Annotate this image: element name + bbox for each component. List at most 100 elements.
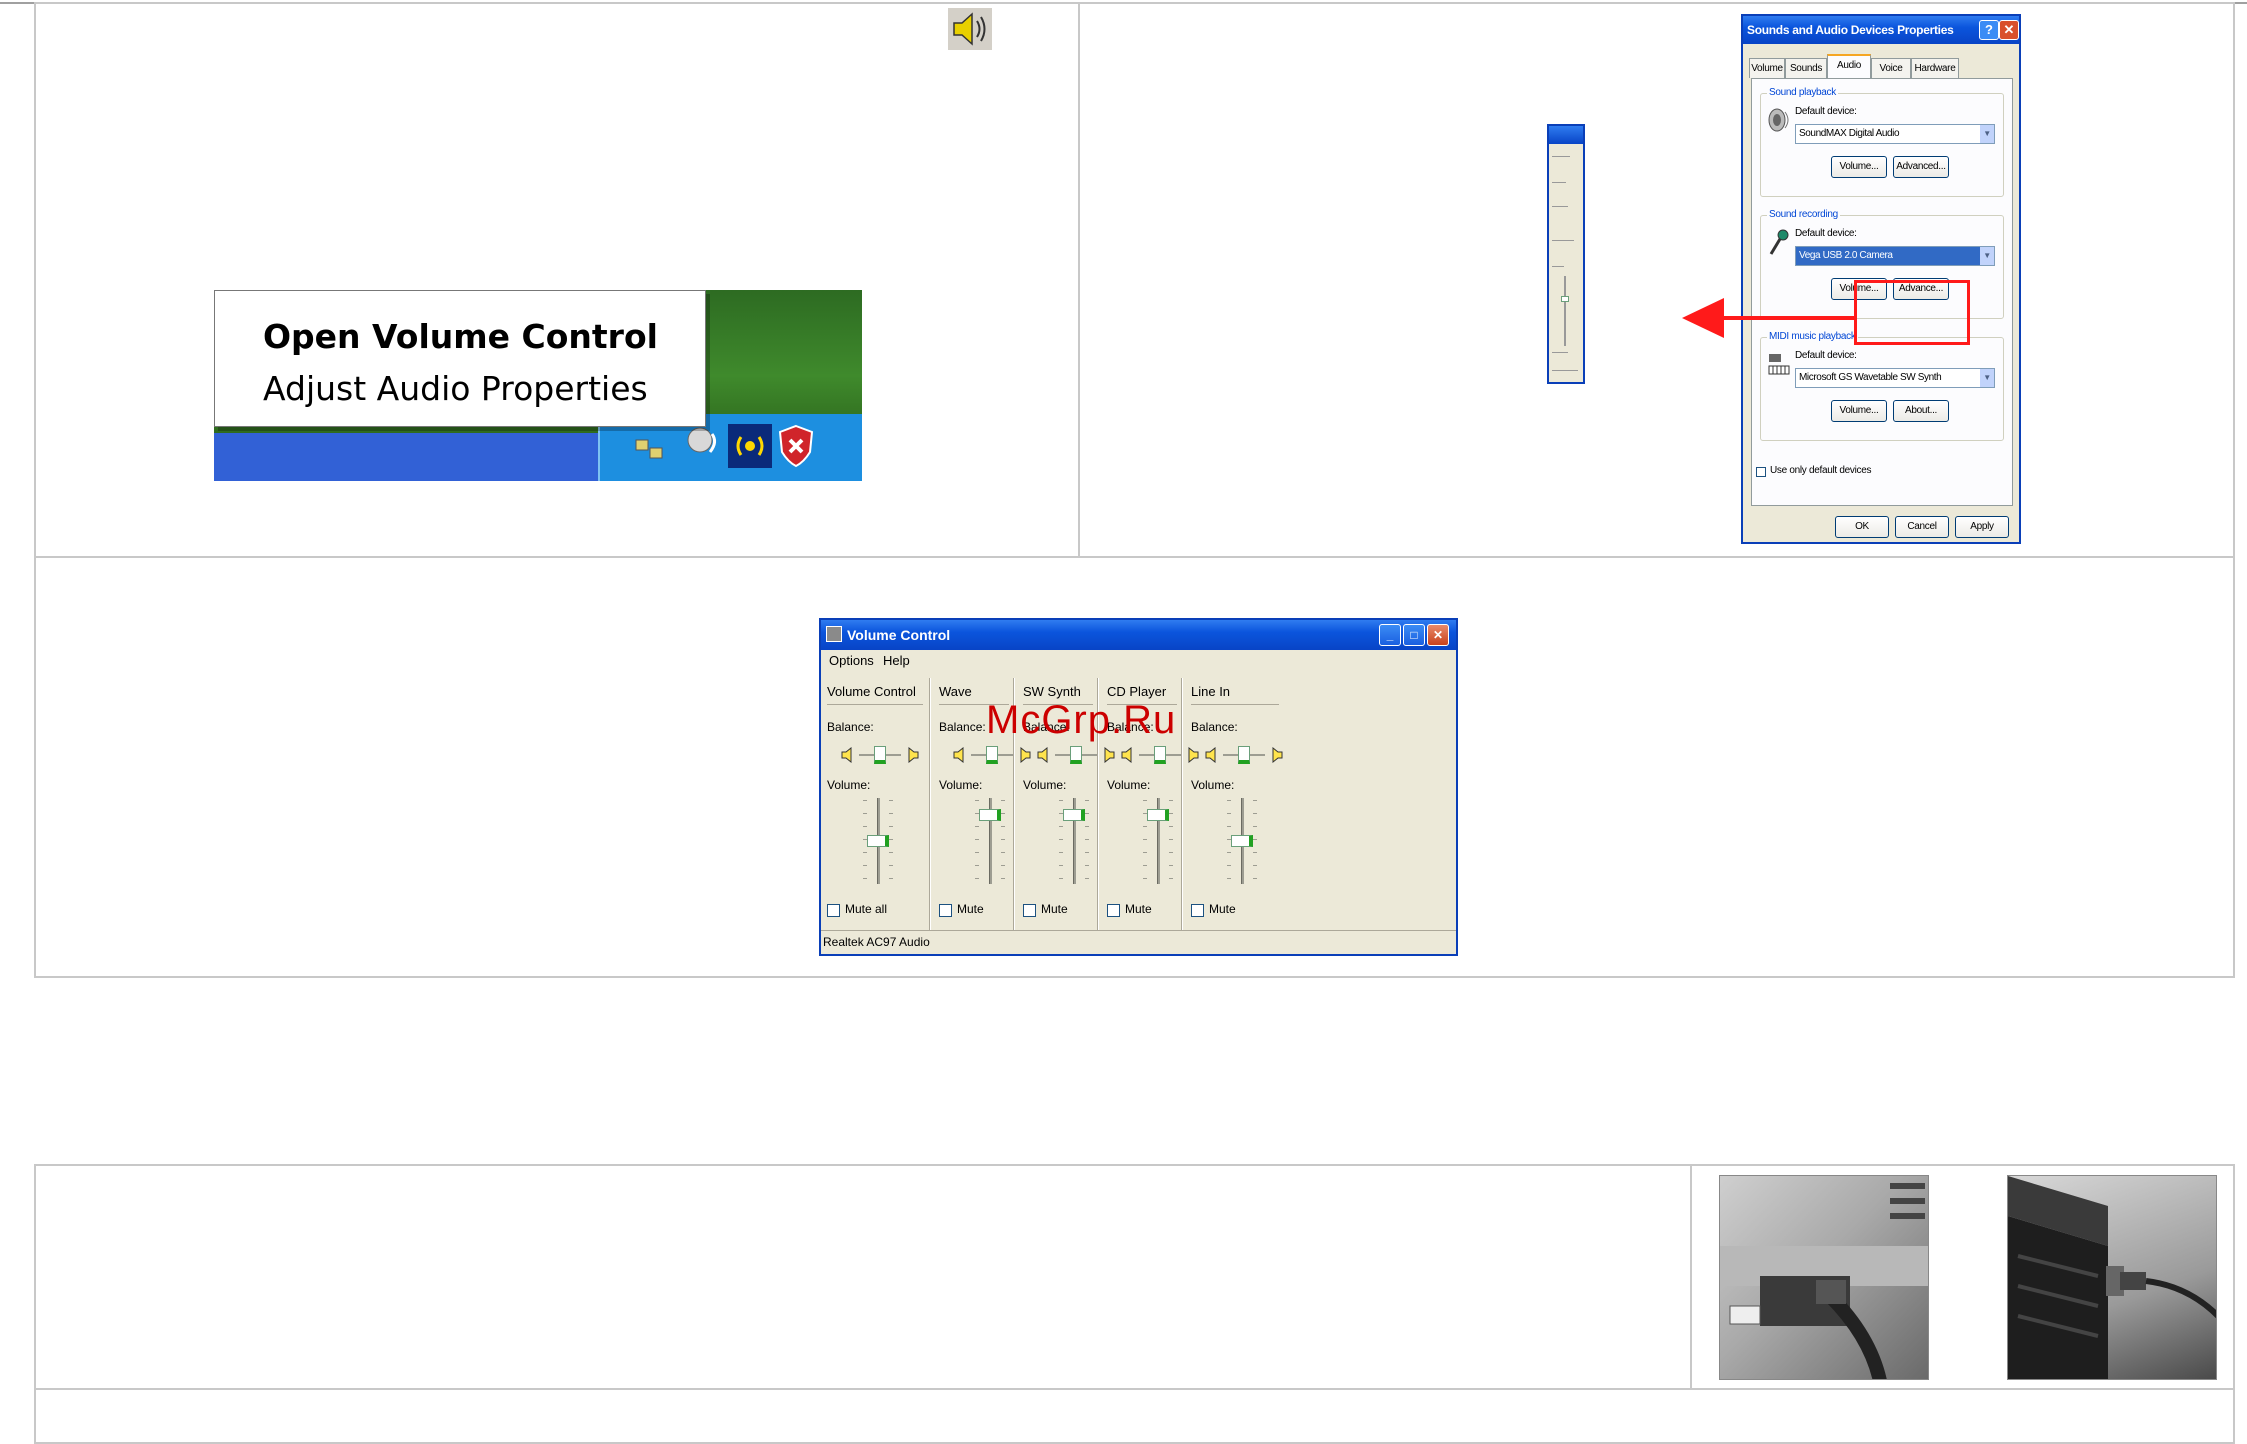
volume-thumb[interactable] [979, 809, 1001, 822]
volume-tick [1059, 852, 1063, 853]
volume-tick [889, 865, 893, 866]
volume-tick [1253, 800, 1257, 801]
menu-bar: Options Help [821, 650, 1456, 672]
volume-tick [975, 800, 979, 801]
channel-separator [929, 678, 931, 930]
status-bar: Realtek AC97 Audio [821, 930, 1456, 954]
playback-volume-button[interactable]: Volume... [1831, 156, 1887, 178]
taskbar [214, 433, 598, 481]
volume-tick [863, 800, 867, 801]
mute-checkbox[interactable] [1023, 904, 1036, 917]
tab-hardware[interactable]: Hardware [1911, 58, 1959, 78]
volume-tick [975, 839, 979, 840]
use-default-devices-checkbox[interactable] [1756, 467, 1766, 477]
volume-thumb[interactable] [1231, 835, 1253, 847]
volume-tick [1059, 865, 1063, 866]
mute-label: Mute [957, 902, 984, 916]
volume-tick [1001, 852, 1005, 853]
balance-slider[interactable] [841, 746, 919, 764]
mute-checkbox[interactable] [1107, 904, 1120, 917]
volume-tick [863, 826, 867, 827]
menu-options[interactable]: Options [829, 650, 874, 672]
chevron-down-icon: ▼ [1980, 125, 1994, 143]
tab-sounds[interactable]: Sounds [1785, 58, 1827, 78]
channel-divider [827, 704, 923, 705]
menu-item-adjust-audio-properties[interactable]: Adjust Audio Properties [263, 369, 648, 408]
volume-label: Volume: [1107, 778, 1151, 792]
watermark: McGrp.Ru [986, 698, 1177, 742]
volume-tick [1253, 813, 1257, 814]
bottom-table-row-divider [34, 1388, 2235, 1390]
volume-control-title: Volume Control [821, 620, 1456, 650]
cancel-button[interactable]: Cancel [1895, 516, 1949, 538]
balance-thumb[interactable] [1070, 746, 1082, 764]
minimize-button[interactable]: _ [1379, 624, 1401, 646]
volume-tick [1227, 813, 1231, 814]
volume-tick [889, 800, 893, 801]
balance-slider[interactable] [1205, 746, 1283, 764]
volume-thumb[interactable] [867, 835, 889, 847]
usb-desktop-icon [1720, 1183, 1928, 1379]
tab-voice[interactable]: Voice [1871, 58, 1911, 78]
balance-thumb[interactable] [1154, 746, 1166, 764]
group-midi-playback: MIDI music playback Default device: Micr… [1760, 331, 2004, 441]
help-button[interactable]: ? [1979, 20, 1999, 40]
volume-tick [1227, 800, 1231, 801]
volume-thumb[interactable] [1147, 809, 1169, 822]
tab-volume[interactable]: Volume [1749, 58, 1785, 78]
midi-volume-button[interactable]: Volume... [1831, 400, 1887, 422]
volume-tick [889, 826, 893, 827]
midi-device-select[interactable]: Microsoft GS Wavetable SW Synth ▼ [1795, 368, 1995, 388]
menu-help[interactable]: Help [883, 650, 910, 672]
tab-audio[interactable]: Audio [1827, 54, 1871, 79]
close-button[interactable]: ✕ [1427, 624, 1449, 646]
balance-thumb[interactable] [874, 746, 886, 764]
volume-tick [1001, 800, 1005, 801]
default-device-label: Default device: [1795, 350, 1857, 361]
close-button[interactable]: ✕ [1999, 20, 2019, 40]
channel-name: SW Synth [1023, 684, 1081, 699]
mute-checkbox[interactable] [827, 904, 840, 917]
channel-column: Volume Control Balance: Volume: Mute all [821, 678, 929, 930]
channel-divider [1191, 704, 1279, 705]
volume-tick [1169, 826, 1173, 827]
maximize-button[interactable]: □ [1403, 624, 1425, 646]
app-icon [826, 626, 842, 642]
volume-thumb[interactable] [1063, 809, 1085, 822]
midi-about-button[interactable]: About... [1893, 400, 1949, 422]
volume-tick [975, 878, 979, 879]
balance-thumb[interactable] [986, 746, 998, 764]
volume-tick [1227, 865, 1231, 866]
speaker-left-icon [953, 746, 967, 764]
balance-thumb[interactable] [1238, 746, 1250, 764]
group-label: Sound recording [1767, 209, 1840, 220]
channel-separator [1181, 678, 1183, 930]
ok-button[interactable]: OK [1835, 516, 1889, 538]
volume-tick [1001, 878, 1005, 879]
arrow-shaft [1720, 316, 1856, 320]
volume-tick [1059, 839, 1063, 840]
volume-tick [1227, 826, 1231, 827]
volume-tick [1143, 865, 1147, 866]
arrow-left-icon [1682, 298, 1724, 338]
volume-tick [975, 826, 979, 827]
volume-tick [1059, 826, 1063, 827]
apply-button[interactable]: Apply [1955, 516, 2009, 538]
recording-device-select[interactable]: Vega USB 2.0 Camera ▼ [1795, 246, 1995, 266]
volume-tick [1143, 800, 1147, 801]
menu-item-open-volume-control[interactable]: Open Volume Control [263, 317, 658, 356]
playback-advanced-button[interactable]: Advanced... [1893, 156, 1949, 178]
volume-label: Volume: [1191, 778, 1235, 792]
mute-checkbox[interactable] [939, 904, 952, 917]
volume-tray-icon[interactable] [684, 424, 720, 460]
volume-tick [889, 878, 893, 879]
channel-name: CD Player [1107, 684, 1167, 699]
volume-tick [1085, 878, 1089, 879]
speaker-left-icon [1121, 746, 1135, 764]
playback-device-select[interactable]: SoundMAX Digital Audio ▼ [1795, 124, 1995, 144]
volume-tick [1227, 878, 1231, 879]
channel-name: Wave [939, 684, 972, 699]
volume-tick [1169, 800, 1173, 801]
chevron-down-icon: ▼ [1980, 247, 1994, 265]
mute-checkbox[interactable] [1191, 904, 1204, 917]
